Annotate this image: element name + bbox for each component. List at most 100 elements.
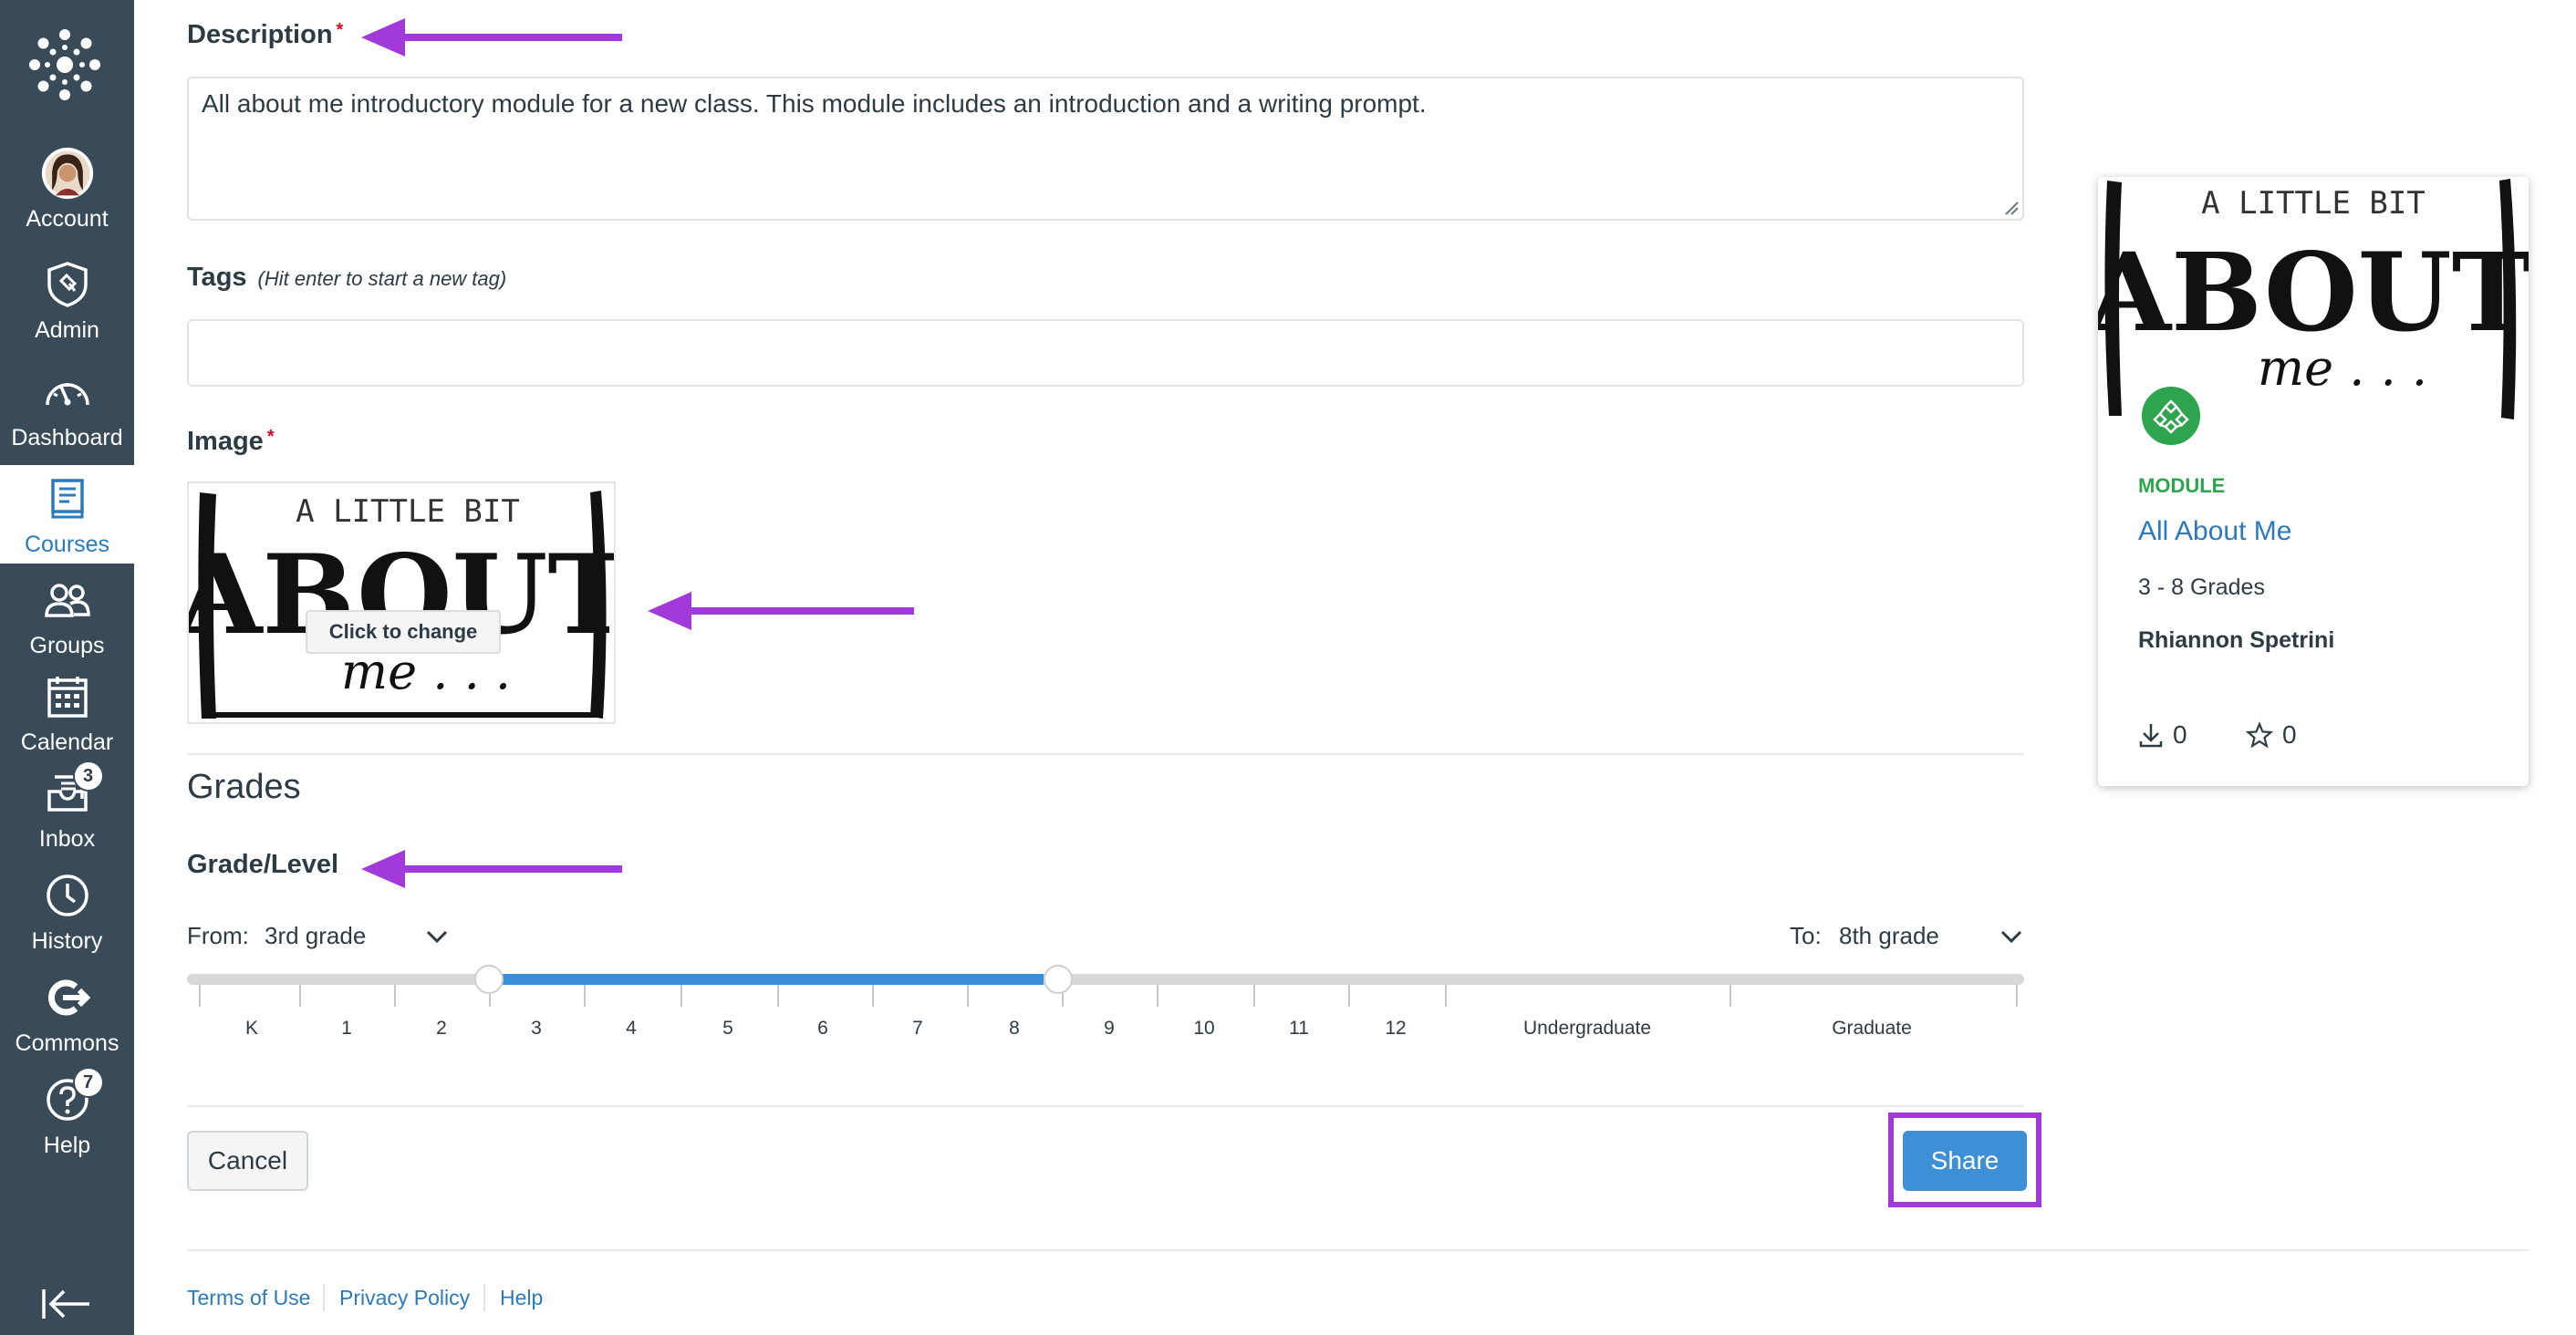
favorite-count: 0 — [2246, 720, 2297, 750]
grade-scale-label: Graduate — [1832, 1018, 1912, 1039]
chevron-down-icon — [2000, 930, 2022, 944]
card-title-link[interactable]: All About Me — [2138, 516, 2291, 547]
nav-inbox[interactable]: 3 Inbox — [0, 761, 134, 853]
image-label-text: Image — [187, 427, 264, 456]
grade-scale-label: 8 — [1009, 1018, 1020, 1039]
nav-groups-label: Groups — [29, 633, 105, 658]
slider-tick — [2016, 985, 2018, 1007]
footer-separator — [483, 1284, 485, 1311]
slider-tick — [1348, 985, 1350, 1007]
inbox-icon: 3 — [40, 761, 104, 821]
card-author: Rhiannon Spetrini — [2138, 627, 2335, 653]
to-select[interactable]: 8th grade — [1839, 912, 2031, 957]
canvas-logo-icon[interactable] — [27, 27, 102, 102]
favorite-count-value: 0 — [2282, 720, 2297, 749]
grade-scale-label: 11 — [1289, 1018, 1309, 1039]
grade-range-fill — [489, 974, 1044, 985]
slider-tick — [394, 985, 396, 1007]
share-button[interactable]: Share — [1903, 1131, 2027, 1191]
range-handle-from[interactable] — [474, 965, 504, 994]
people-icon — [40, 573, 95, 627]
book-icon — [40, 471, 95, 526]
footer-link-privacy[interactable]: Privacy Policy — [339, 1286, 470, 1310]
resize-grip-icon[interactable] — [2004, 201, 2019, 215]
avatar-icon — [40, 146, 95, 201]
grade-scale-label: 12 — [1385, 1018, 1407, 1039]
grade-scale-label: 6 — [817, 1018, 828, 1039]
grade-range-track[interactable] — [187, 974, 2024, 985]
shield-icon — [40, 257, 95, 312]
chevron-down-icon — [426, 930, 448, 944]
nav-account-label: Account — [26, 206, 109, 232]
nav-calendar[interactable]: Calendar — [0, 669, 134, 756]
card-grades: 3 - 8 Grades — [2138, 574, 2265, 600]
nav-account[interactable]: Account — [0, 146, 134, 233]
nav-dashboard[interactable]: Dashboard — [0, 365, 134, 451]
nav-help-label: Help — [43, 1133, 91, 1158]
slider-tick — [1253, 985, 1255, 1007]
slider-tick — [1729, 985, 1731, 1007]
nav-courses-label: Courses — [24, 531, 110, 557]
grades-heading: Grades — [187, 768, 301, 806]
annotation-arrow-grade-level — [361, 850, 622, 888]
download-icon — [2139, 724, 2163, 748]
nav-history[interactable]: History — [0, 868, 134, 955]
nav-courses[interactable]: Courses — [0, 465, 134, 564]
module-icon — [2138, 383, 2204, 449]
grade-scale-label: 4 — [626, 1018, 637, 1039]
calendar-icon — [40, 669, 95, 724]
grade-scale-label: 10 — [1193, 1018, 1215, 1039]
tags-label: Tags (Hit enter to start a new tag) — [187, 263, 506, 293]
image-thumbnail[interactable]: A LITTLE BIT ABOUT me . . . — [187, 481, 616, 724]
slider-tick — [299, 985, 301, 1007]
nav-inbox-label: Inbox — [38, 826, 96, 852]
nav-admin[interactable]: Admin — [0, 257, 134, 344]
tags-input[interactable] — [187, 319, 2024, 387]
grade-scale-label: K — [244, 1018, 259, 1039]
footer-divider — [187, 1249, 2529, 1251]
grade-scale-label: 2 — [436, 1018, 447, 1039]
slider-tick — [777, 985, 779, 1007]
grade-scale-label: 7 — [912, 1018, 923, 1039]
change-image-button[interactable]: Click to change — [306, 610, 501, 654]
footer-link-terms[interactable]: Terms of Use — [187, 1286, 310, 1310]
cancel-button[interactable]: Cancel — [187, 1131, 308, 1191]
nav-groups[interactable]: Groups — [0, 573, 134, 659]
download-count: 0 — [2138, 720, 2187, 750]
description-textarea[interactable]: All about me introductory module for a n… — [187, 77, 2024, 221]
section-divider — [187, 1105, 2024, 1107]
slider-tick — [584, 985, 586, 1007]
nav-history-label: History — [31, 928, 103, 954]
inbox-unread-badge: 3 — [72, 761, 104, 792]
to-label: To: — [1790, 922, 1822, 949]
nav-commons[interactable]: Commons — [0, 970, 134, 1057]
from-select[interactable]: 3rd grade — [265, 912, 456, 957]
slider-tick — [199, 985, 201, 1007]
description-label-text: Description — [187, 20, 333, 49]
footer-separator — [323, 1284, 325, 1311]
grade-scale-label: Undergraduate — [1522, 1018, 1652, 1039]
card-art-line2: ABOUT — [2098, 229, 2529, 356]
about-me-image: A LITTLE BIT ABOUT me . . . — [189, 491, 614, 719]
commons-icon — [40, 970, 95, 1025]
card-art-line3: me . . . — [2258, 339, 2427, 397]
tags-label-text: Tags — [187, 263, 247, 292]
description-label: Description * — [187, 20, 343, 50]
to-select-value: 8th grade — [1839, 922, 1939, 949]
collapse-nav-icon[interactable] — [40, 1286, 93, 1322]
nav-calendar-label: Calendar — [20, 730, 114, 755]
from-select-value: 3rd grade — [265, 922, 367, 949]
help-icon: 7 — [40, 1067, 104, 1127]
grade-scale-label: 5 — [722, 1018, 733, 1039]
preview-card[interactable]: A LITTLE BIT ABOUT me . . . MODULE All A… — [2098, 177, 2529, 786]
clock-icon — [40, 868, 95, 923]
range-handle-to[interactable] — [1044, 965, 1073, 994]
nav-help[interactable]: 7 Help — [0, 1067, 134, 1159]
slider-tick — [680, 985, 682, 1007]
slider-tick — [872, 985, 874, 1007]
annotation-arrow-description — [361, 18, 622, 57]
nav-commons-label: Commons — [15, 1030, 119, 1056]
section-divider — [187, 753, 2024, 755]
image-label: Image * — [187, 427, 275, 457]
footer-link-help[interactable]: Help — [500, 1286, 543, 1310]
